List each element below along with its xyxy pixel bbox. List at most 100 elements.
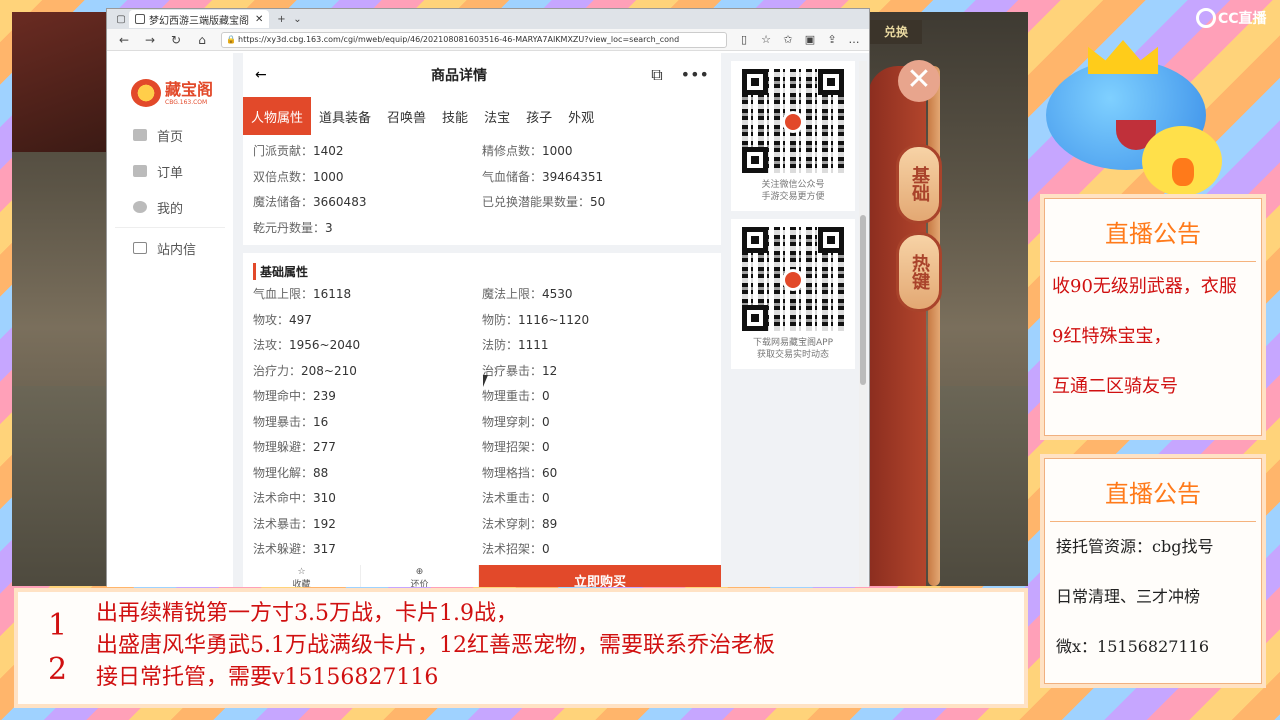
browser-tab[interactable]: 梦幻西游三端版藏宝阁 ✕ bbox=[129, 10, 270, 28]
attr-value: 1111 bbox=[518, 338, 549, 352]
reader-icon[interactable]: ▯ bbox=[733, 33, 755, 46]
attr-item: 物防：1116~1120 bbox=[482, 308, 711, 334]
attr-value: 50 bbox=[590, 195, 606, 209]
sidebar-item-home[interactable]: 首页 bbox=[107, 117, 233, 153]
more-icon[interactable]: … bbox=[843, 33, 865, 46]
home-icon[interactable]: ⌂ bbox=[189, 33, 215, 47]
counter-offer-label: 还价 bbox=[410, 580, 429, 587]
tab-actions-icon[interactable]: ▢ bbox=[113, 14, 129, 25]
notice-title: 直播公告 bbox=[1105, 480, 1201, 508]
attr-item: 法攻：1956~2040 bbox=[253, 333, 482, 359]
tab-summons[interactable]: 召唤兽 bbox=[379, 97, 434, 135]
notice-panel-1: 直播公告 收90无级别武器，衣服 9红特殊宝宝， 互通二区骑友号 bbox=[1040, 194, 1266, 440]
attr-value: 277 bbox=[313, 440, 336, 454]
attr-value: 60 bbox=[542, 465, 558, 480]
user-icon bbox=[133, 201, 147, 213]
notice-line: 9红特殊宝宝， bbox=[1052, 326, 1172, 347]
mouse-cursor-icon bbox=[483, 375, 488, 387]
notice-line: 微x：15156827116 bbox=[1056, 637, 1210, 656]
sidebar-item-orders[interactable]: 订单 bbox=[107, 153, 233, 189]
page-title: 商品详情 bbox=[430, 68, 487, 84]
attr-key: 门派贡献： bbox=[253, 144, 314, 158]
attr-item: 物理招架：0 bbox=[482, 435, 711, 461]
notice-line: 接托管资源：cbg找号 bbox=[1056, 537, 1214, 556]
refresh-icon[interactable]: ↻ bbox=[163, 33, 189, 47]
attr-item: 法术穿刺：89 bbox=[482, 512, 711, 538]
scrollbar-thumb[interactable] bbox=[860, 215, 866, 385]
page-scrollbar[interactable] bbox=[859, 61, 867, 587]
attr-item: 物理命中：239 bbox=[253, 384, 482, 410]
attr-key: 法术重击： bbox=[482, 491, 543, 505]
open-external-icon[interactable]: ⧉ bbox=[651, 65, 662, 85]
buy-now-button[interactable]: 立即购买 bbox=[479, 565, 721, 587]
attr-key: 物理躲避： bbox=[253, 440, 314, 454]
attr-key: 法术暴击： bbox=[253, 516, 314, 531]
site-logo[interactable]: 藏宝阁 CBG.163.COM bbox=[107, 53, 233, 117]
attr-value: 1000 bbox=[542, 144, 573, 158]
sidebar-item-label: 订单 bbox=[157, 165, 184, 181]
favorites-icon[interactable]: ✩ bbox=[777, 33, 799, 46]
game-close-icon[interactable]: ✕ bbox=[898, 60, 940, 102]
attr-item: 法术命中：310 bbox=[253, 486, 482, 512]
tab-character-attrs[interactable]: 人物属性 bbox=[243, 97, 312, 135]
attr-value: 12 bbox=[542, 363, 558, 378]
logo-subtext: CBG.163.COM bbox=[165, 99, 208, 106]
back-arrow-icon[interactable]: ← bbox=[255, 67, 267, 83]
game-basic-button[interactable]: 基础 bbox=[896, 144, 942, 224]
home-icon bbox=[133, 129, 147, 141]
address-bar[interactable]: 🔒 https://xy3d.cbg.163.com/cgi/mweb/equi… bbox=[221, 31, 727, 48]
game-exchange-label[interactable]: 兑换 bbox=[870, 20, 922, 44]
tab-equipment[interactable]: 道具装备 bbox=[311, 97, 379, 135]
sidebar-item-mine[interactable]: 我的 bbox=[107, 189, 233, 225]
caption-line: 出再续精锐第一方寸3.5万战，卡片1.9战， bbox=[96, 601, 518, 626]
attr-key: 物攻： bbox=[253, 312, 290, 327]
game-scroll-decoration bbox=[928, 66, 940, 586]
attr-key: 魔法储备： bbox=[253, 195, 314, 209]
attr-item: 门派贡献：1402 bbox=[253, 139, 482, 165]
attr-key: 物理招架： bbox=[482, 440, 543, 454]
attr-value: 3660483 bbox=[313, 195, 367, 209]
tab-appearance[interactable]: 外观 bbox=[560, 97, 602, 135]
attr-key: 法术穿刺： bbox=[482, 516, 543, 531]
tab-magic-treasure[interactable]: 法宝 bbox=[476, 97, 518, 135]
attr-key: 物理穿刺： bbox=[482, 414, 543, 429]
counter-offer-button[interactable]: ⊕ 还价 bbox=[361, 565, 479, 587]
attr-key: 治疗暴击： bbox=[482, 363, 543, 378]
sidebar-item-messages[interactable]: 站内信 bbox=[107, 230, 233, 266]
tab-close-icon[interactable]: ✕ bbox=[255, 14, 263, 25]
caption-line: 接日常托管，需要v15156827116 bbox=[96, 665, 439, 690]
attr-value: 89 bbox=[542, 516, 558, 531]
tab-children[interactable]: 孩子 bbox=[518, 97, 560, 135]
notice-panel-2: 直播公告 接托管资源：cbg找号 日常清理、三才冲榜 微x：1515682711… bbox=[1040, 454, 1266, 688]
attr-value: 0 bbox=[542, 389, 550, 403]
browser-tabbar: ▢ 梦幻西游三端版藏宝阁 ✕ + ⌄ bbox=[107, 9, 869, 29]
game-hotkey-button[interactable]: 热键 bbox=[896, 232, 942, 312]
new-tab-button[interactable]: + bbox=[273, 14, 289, 25]
attr-item: 法术重击：0 bbox=[482, 486, 711, 512]
logo-icon bbox=[131, 79, 161, 107]
tab-list-chevron-icon[interactable]: ⌄ bbox=[289, 14, 305, 25]
favorite-star-icon[interactable]: ☆ bbox=[755, 33, 777, 46]
attr-item: 物理重击：0 bbox=[482, 384, 711, 410]
share-icon[interactable]: ⇪ bbox=[821, 33, 843, 46]
web-page: 藏宝阁 CBG.163.COM 首页 订单 我的 站内信 ← 商品详情 ⧉ ••… bbox=[107, 53, 869, 587]
attr-key: 治疗力： bbox=[253, 363, 302, 378]
tab-title: 梦幻西游三端版藏宝阁 bbox=[149, 15, 249, 27]
stream-caption: 1 2 出再续精锐第一方寸3.5万战，卡片1.9战， 出盛唐风华勇武5.1万战满… bbox=[14, 588, 1028, 708]
attr-key: 法术招架： bbox=[482, 542, 543, 556]
forward-icon[interactable]: → bbox=[137, 33, 163, 47]
qr-code-image bbox=[742, 227, 844, 331]
attr-key: 法防： bbox=[482, 338, 519, 352]
attr-key: 双倍点数： bbox=[253, 169, 314, 184]
more-dots-icon[interactable]: ••• bbox=[681, 65, 709, 85]
attr-value: 310 bbox=[313, 491, 336, 505]
collections-icon[interactable]: ▣ bbox=[799, 33, 821, 46]
attr-item: 精修点数：1000 bbox=[482, 139, 711, 165]
tab-skills[interactable]: 技能 bbox=[434, 97, 476, 135]
attr-block-top: 门派贡献：1402 精修点数：1000 双倍点数：1000 气血储备：39464351… bbox=[243, 135, 721, 245]
favorite-button[interactable]: ☆ 收藏 bbox=[243, 565, 361, 587]
attr-value: 16 bbox=[313, 414, 329, 429]
back-icon[interactable]: ← bbox=[111, 33, 137, 47]
attr-item: 治疗暴击：12 bbox=[482, 359, 711, 385]
attr-key: 法术命中： bbox=[253, 491, 314, 505]
